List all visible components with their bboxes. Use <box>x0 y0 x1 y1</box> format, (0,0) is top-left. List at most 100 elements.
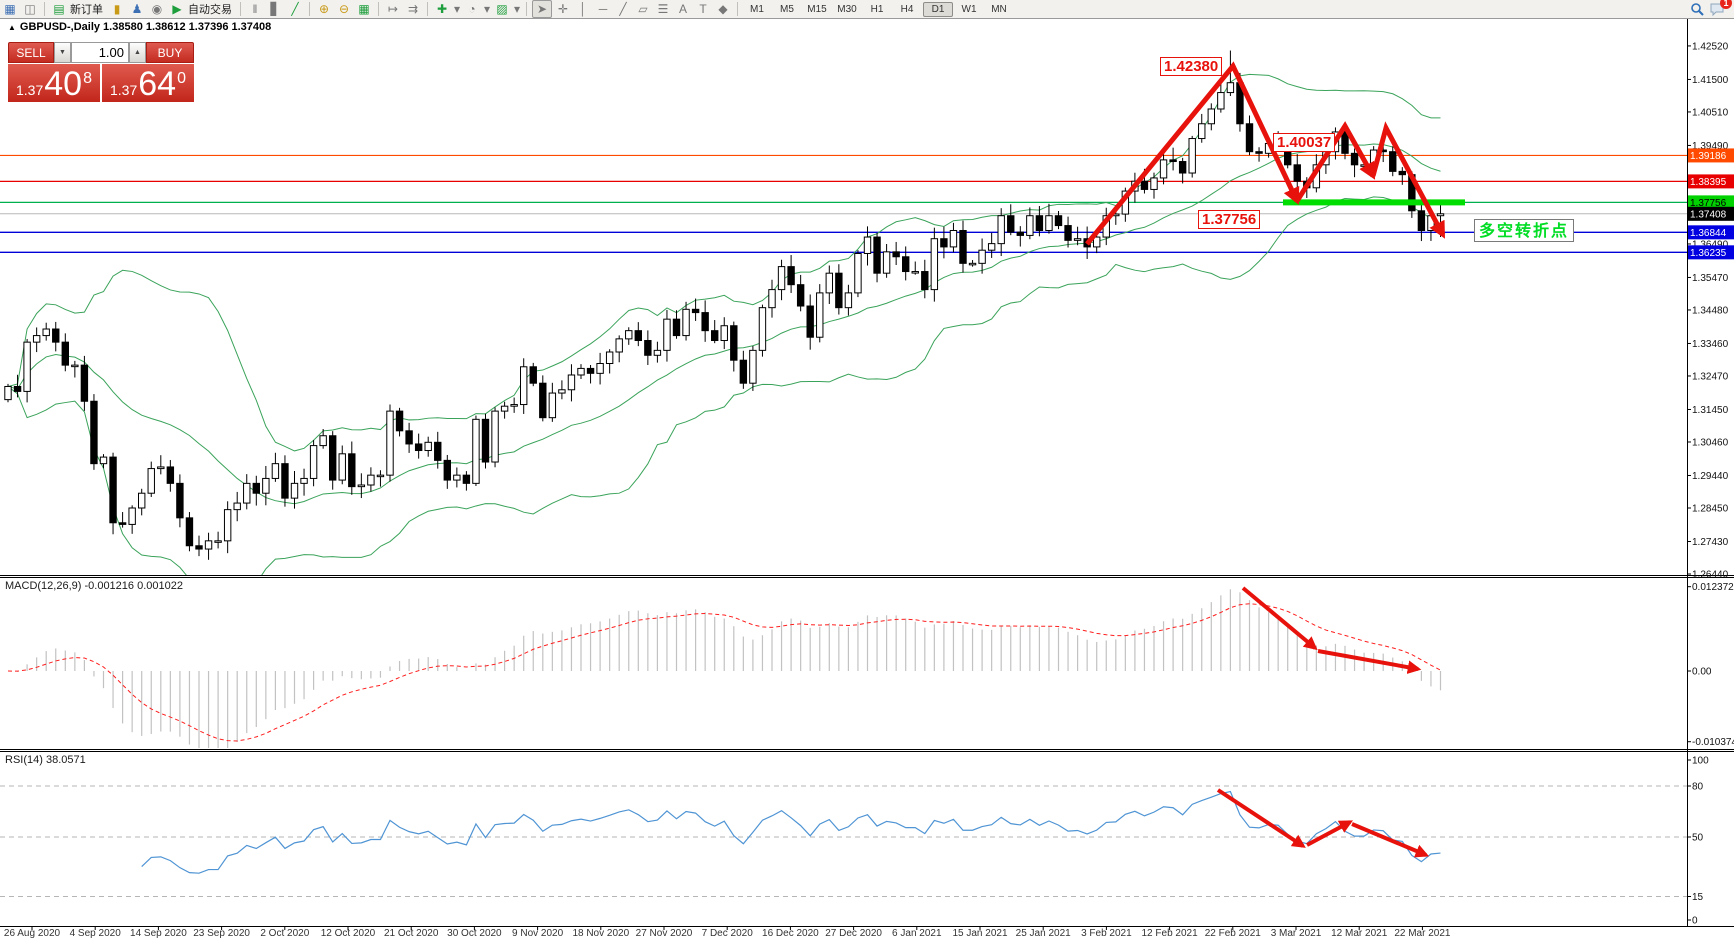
bid-price-small: 1.37 <box>16 80 43 100</box>
templates-icon[interactable]: ▨ <box>493 1 511 17</box>
channel-icon[interactable]: ▱ <box>634 1 652 17</box>
svg-text:1.33460: 1.33460 <box>1692 339 1729 350</box>
bid-price-sup: 8 <box>83 64 92 94</box>
zoom-out-icon[interactable]: ⊖ <box>335 1 353 17</box>
svg-text:1.39186: 1.39186 <box>1690 151 1727 162</box>
svg-text:1.40510: 1.40510 <box>1692 107 1729 118</box>
tile-windows-icon[interactable]: ▦ <box>355 1 373 17</box>
svg-text:1.38395: 1.38395 <box>1690 177 1727 188</box>
crosshair-icon[interactable]: ✛ <box>554 1 572 17</box>
publisher-icon[interactable]: ♟ <box>128 1 146 17</box>
date-label: 22 Mar 2021 <box>1380 928 1464 939</box>
volume-decrease-button[interactable]: ▼ <box>54 42 71 63</box>
dropdown-arrow-icon[interactable]: ▾ <box>453 1 461 17</box>
timeframe-M5[interactable]: M5 <box>773 3 801 16</box>
chat-icon[interactable]: 1 <box>1708 1 1726 17</box>
arrows-tool-icon[interactable]: ◆ <box>714 1 732 17</box>
svg-text:1.32470: 1.32470 <box>1692 371 1729 382</box>
svg-text:80: 80 <box>1692 782 1704 793</box>
dropdown-arrow-icon[interactable]: ▾ <box>483 1 491 17</box>
timeframe-W1[interactable]: W1 <box>955 3 983 16</box>
toolbar-separator <box>44 2 45 16</box>
bid-price[interactable]: 1.37408 <box>8 64 100 102</box>
ask-price-sup: 0 <box>177 64 186 94</box>
ask-price[interactable]: 1.37640 <box>102 64 194 102</box>
price-annotation-1-40037[interactable]: 1.40037 <box>1273 133 1335 152</box>
horizontal-line-icon[interactable]: ─ <box>594 1 612 17</box>
autotrading-label[interactable]: 自动交易 <box>188 1 232 17</box>
timeframe-D1[interactable]: D1 <box>923 2 953 17</box>
timeframe-M1[interactable]: M1 <box>743 3 771 16</box>
svg-text:1.34480: 1.34480 <box>1692 305 1729 316</box>
chart-canvas[interactable]: 1.425201.415001.405101.394901.364901.354… <box>0 19 1734 945</box>
autotrading-icon[interactable]: ▶ <box>168 1 186 17</box>
turning-point-note[interactable]: 多空转折点 <box>1474 219 1574 242</box>
svg-text:1.35470: 1.35470 <box>1692 273 1729 284</box>
volume-increase-button[interactable]: ▲ <box>129 42 146 63</box>
trendline-icon[interactable]: ╱ <box>614 1 632 17</box>
timeframe-H1[interactable]: H1 <box>863 3 891 16</box>
text-icon[interactable]: A <box>674 1 692 17</box>
bar-chart-icon[interactable]: ‖ <box>246 1 264 17</box>
buy-button[interactable]: BUY <box>146 42 194 63</box>
timeframe-M15[interactable]: M15 <box>803 3 831 16</box>
toolbar-separator <box>240 2 241 16</box>
line-chart-icon[interactable]: ╱ <box>286 1 304 17</box>
new-chart-icon[interactable]: ▦ <box>1 1 19 17</box>
main-toolbar: ▦◫▤新订单▮♟◉▶自动交易‖▋╱⊕⊖▦↦⇉✚▾◔▾▨▾➤✛│─╱▱☰AT◆M1… <box>0 0 1734 19</box>
vertical-line-icon[interactable]: │ <box>574 1 592 17</box>
label-icon[interactable]: T <box>694 1 712 17</box>
svg-text:1.31450: 1.31450 <box>1692 405 1729 416</box>
svg-text:1.28450: 1.28450 <box>1692 503 1729 514</box>
volume-input[interactable]: 1.00 <box>71 42 129 63</box>
rsi-name: RSI(14) <box>5 754 43 766</box>
ask-price-big: 64 <box>138 68 176 100</box>
cursor-icon[interactable]: ➤ <box>532 0 552 18</box>
search-icon[interactable] <box>1688 1 1706 17</box>
macd-indicator-label: MACD(12,26,9) -0.001216 0.001022 <box>5 580 183 592</box>
timeframe-M30[interactable]: M30 <box>833 3 861 16</box>
svg-text:15: 15 <box>1692 892 1704 903</box>
new-order-label[interactable]: 新订单 <box>70 1 103 17</box>
toolbar-separator <box>309 2 310 16</box>
indicators-icon[interactable]: ✚ <box>433 1 451 17</box>
auto-scroll-icon[interactable]: ↦ <box>384 1 402 17</box>
toolbar-separator <box>526 2 527 16</box>
zoom-in-icon[interactable]: ⊕ <box>315 1 333 17</box>
svg-text:1.41500: 1.41500 <box>1692 75 1729 86</box>
price-annotation-1-42380[interactable]: 1.42380 <box>1160 57 1222 76</box>
collapse-panel-icon[interactable]: ▲ <box>8 23 16 32</box>
notification-badge: 1 <box>1720 0 1732 9</box>
chart-shift-icon[interactable]: ⇉ <box>404 1 422 17</box>
history-center-icon[interactable]: ▮ <box>108 1 126 17</box>
svg-text:1.37408: 1.37408 <box>1690 209 1727 220</box>
symbol-title[interactable]: ▲ GBPUSD-,Daily 1.38580 1.38612 1.37396 1… <box>8 21 271 33</box>
chart-svg[interactable]: 1.425201.415001.405101.394901.364901.354… <box>0 19 1734 940</box>
symbol-title-text: GBPUSD-,Daily 1.38580 1.38612 1.37396 1.… <box>20 21 271 33</box>
fibonacci-icon[interactable]: ☰ <box>654 1 672 17</box>
svg-text:1.27430: 1.27430 <box>1692 537 1729 548</box>
signals-icon[interactable]: ◉ <box>148 1 166 17</box>
sell-button[interactable]: SELL <box>8 42 54 63</box>
svg-text:1.42520: 1.42520 <box>1692 41 1729 52</box>
price-annotation-1-37756[interactable]: 1.37756 <box>1198 210 1260 229</box>
svg-text:100: 100 <box>1692 756 1709 767</box>
svg-text:-0.010374: -0.010374 <box>1692 737 1734 748</box>
time-axis[interactable]: 26 Aug 20204 Sep 202014 Sep 202023 Sep 2… <box>0 928 1734 940</box>
dropdown-arrow-icon[interactable]: ▾ <box>513 1 521 17</box>
toolbar-separator <box>737 2 738 16</box>
periods-icon[interactable]: ◔ <box>463 1 481 17</box>
profiles-icon[interactable]: ◫ <box>21 1 39 17</box>
one-click-trade-panel: SELL ▼ 1.00 ▲ BUY 1.37408 1.37640 <box>8 42 194 102</box>
svg-text:1.26440: 1.26440 <box>1692 570 1729 581</box>
bid-price-big: 40 <box>44 68 82 100</box>
svg-text:1.29440: 1.29440 <box>1692 471 1729 482</box>
timeframe-MN[interactable]: MN <box>985 3 1013 16</box>
toolbar-separator <box>427 2 428 16</box>
svg-text:0: 0 <box>1692 916 1698 927</box>
new-order-icon[interactable]: ▤ <box>50 1 68 17</box>
rsi-value: 38.0571 <box>46 754 86 766</box>
timeframe-H4[interactable]: H4 <box>893 3 921 16</box>
candlestick-chart-icon[interactable]: ▋ <box>266 1 284 17</box>
svg-text:1.36844: 1.36844 <box>1690 228 1727 239</box>
